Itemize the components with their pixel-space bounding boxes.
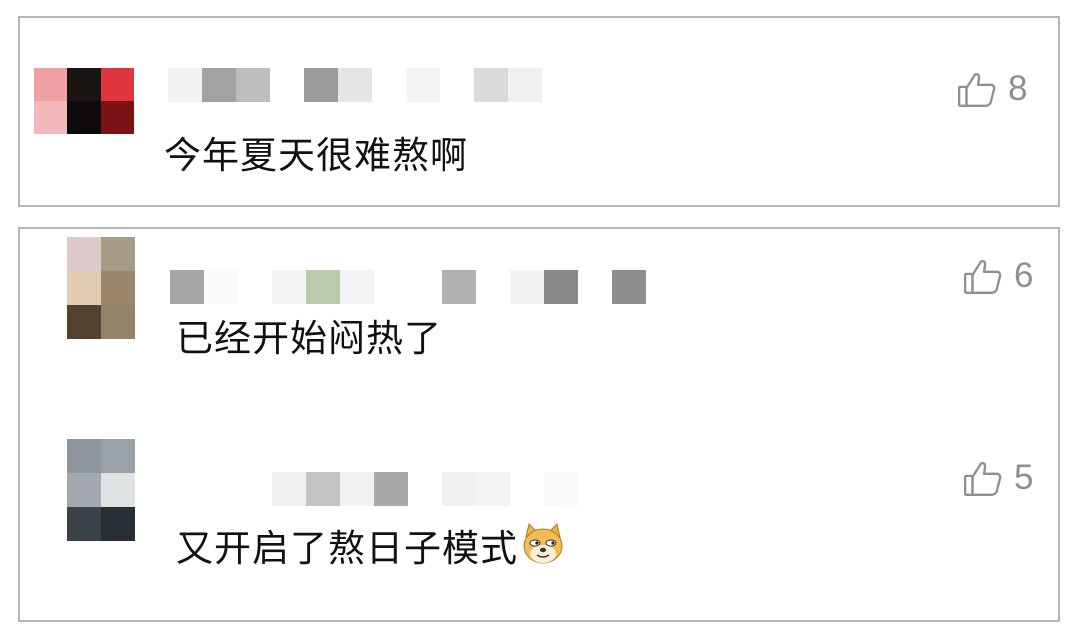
like-button[interactable]: 6 (962, 255, 1033, 297)
username-blurred[interactable] (168, 68, 542, 102)
comment-card: 今年夏天很难熬啊 8 (18, 16, 1060, 207)
avatar[interactable] (67, 237, 135, 339)
username-blurred[interactable] (170, 472, 578, 506)
comment-text-content: 又开启了熬日子模式 (176, 527, 518, 570)
comment-text: 今年夏天很难熬啊 (164, 134, 468, 177)
thumbs-up-icon (963, 462, 1002, 496)
comment-text: 又开启了熬日子模式 (176, 521, 566, 571)
like-count: 5 (1014, 458, 1034, 497)
thumbs-up-icon (963, 260, 1002, 294)
like-count: 8 (1008, 69, 1028, 108)
username-blurred[interactable] (170, 270, 646, 304)
thumbs-up-icon (957, 73, 996, 107)
like-button[interactable]: 5 (962, 457, 1033, 499)
avatar[interactable] (67, 439, 135, 541)
like-count: 6 (1014, 256, 1034, 295)
avatar[interactable] (34, 68, 134, 134)
comment-card: 已经开始闷热了 6 又开启了熬日子模式 5 (18, 227, 1060, 622)
doge-emoji-icon (523, 523, 563, 564)
like-button[interactable]: 8 (956, 68, 1027, 110)
comment-text: 已经开始闷热了 (176, 317, 442, 360)
